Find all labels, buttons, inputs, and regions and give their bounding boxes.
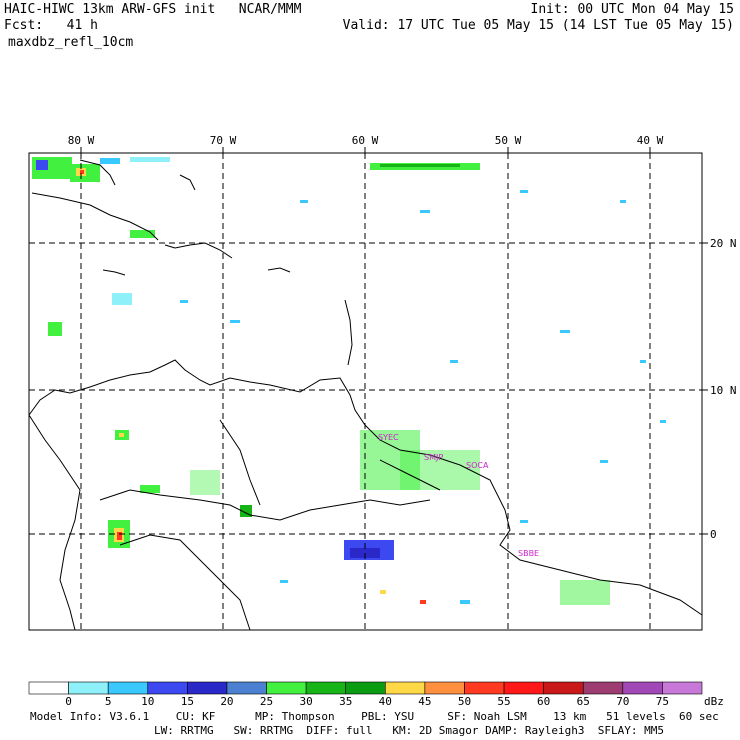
colorbar: 0 5 10 15 20 25 30 35 40 45 50 55 60 65 70 75 dBz xyxy=(28,681,724,708)
reflectivity-map: 80 W 70 W 60 W 50 W 40 W 20 N 10 N 0 SYE… xyxy=(28,134,737,708)
colorbar-level-label: 40 xyxy=(379,695,392,708)
station-smjp: SMJP xyxy=(424,453,443,462)
station-sbbe: SBBE xyxy=(518,549,539,558)
colorbar-swatch xyxy=(107,681,149,695)
colorbar-swatch xyxy=(384,681,426,695)
colorbar-unit: dBz xyxy=(704,695,724,708)
lon-label-80w: 80 W xyxy=(68,134,95,147)
colorbar-swatch xyxy=(543,681,584,695)
colorbar-level-label: 0 xyxy=(65,695,72,708)
model-info-line-1: Model Info: V3.6.1 CU: KF MP: Thompson P… xyxy=(30,710,719,723)
lon-label-70w: 70 W xyxy=(210,134,237,147)
colorbar-level-label: 45 xyxy=(418,695,431,708)
colorbar-swatch xyxy=(187,681,228,695)
colorbar-swatch xyxy=(28,681,69,695)
colorbar-level-label: 70 xyxy=(616,695,629,708)
colorbar-level-label: 50 xyxy=(458,695,471,708)
lat-label-10n: 10 N xyxy=(710,384,737,397)
colorbar-swatch xyxy=(662,681,703,695)
lat-label-20n: 20 N xyxy=(710,237,737,250)
colorbar-swatch xyxy=(464,681,505,695)
colorbar-swatch xyxy=(345,681,386,695)
colorbar-level-label: 75 xyxy=(656,695,669,708)
colorbar-level-label: 35 xyxy=(339,695,352,708)
station-syec: SYEC xyxy=(378,433,399,442)
colorbar-level-label: 25 xyxy=(260,695,273,708)
colorbar-level-label: 65 xyxy=(577,695,590,708)
lon-label-50w: 50 W xyxy=(495,134,522,147)
colorbar-level-label: 10 xyxy=(141,695,154,708)
model-info-line-2: LW: RRTMG SW: RRTMG DIFF: full KM: 2D Sm… xyxy=(154,724,664,737)
lon-label-60w: 60 W xyxy=(352,134,379,147)
lon-label-40w: 40 W xyxy=(637,134,664,147)
colorbar-swatch xyxy=(622,681,663,695)
colorbar-level-label: 30 xyxy=(299,695,312,708)
colorbar-swatch xyxy=(582,681,624,695)
lat-label-0: 0 xyxy=(710,528,717,541)
colorbar-level-label: 15 xyxy=(181,695,194,708)
colorbar-swatch xyxy=(68,681,109,695)
colorbar-swatch xyxy=(503,681,544,695)
colorbar-level-label: 5 xyxy=(105,695,112,708)
colorbar-swatch xyxy=(147,681,188,695)
colorbar-swatch xyxy=(226,681,267,695)
colorbar-level-label: 60 xyxy=(537,695,550,708)
colorbar-level-label: 20 xyxy=(220,695,233,708)
station-soca: SOCA xyxy=(466,461,489,470)
colorbar-level-label: 55 xyxy=(497,695,510,708)
colorbar-swatch xyxy=(424,681,465,695)
colorbar-swatch xyxy=(266,681,307,695)
colorbar-swatch xyxy=(305,681,347,695)
